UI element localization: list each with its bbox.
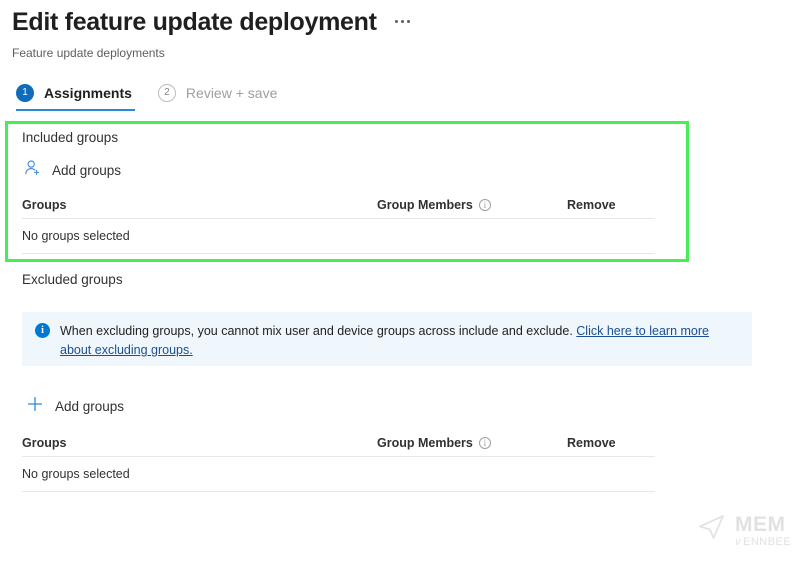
included-groups-table: Groups Group Members i Remove No groups …	[22, 192, 655, 254]
add-groups-button-excluded[interactable]: Add groups	[27, 396, 124, 417]
info-banner-message: When excluding groups, you cannot mix us…	[60, 324, 577, 338]
add-person-icon	[24, 159, 42, 182]
tab-review-save[interactable]: 2 Review + save	[157, 84, 278, 111]
tab-assignments-label: Assignments	[44, 85, 132, 101]
info-banner-text: When excluding groups, you cannot mix us…	[60, 322, 720, 366]
column-header-groups: Groups	[22, 198, 67, 212]
table-header-row: Groups Group Members i Remove	[22, 192, 655, 219]
info-icon[interactable]: i	[478, 199, 491, 211]
exclude-info-banner: i When excluding groups, you cannot mix …	[22, 312, 752, 366]
empty-state-text: No groups selected	[22, 467, 130, 481]
watermark-sub: v ENNBEE	[735, 535, 792, 548]
plus-icon	[27, 396, 43, 417]
empty-state-text: No groups selected	[22, 229, 130, 243]
column-header-groups: Groups	[22, 436, 67, 450]
tab-step-number: 1	[16, 84, 34, 102]
excluded-groups-label: Excluded groups	[22, 272, 123, 287]
tab-active-underline	[16, 109, 135, 111]
watermark-text: MEM v ENNBEE	[735, 514, 791, 548]
watermark: MEM v ENNBEE	[697, 511, 791, 550]
info-icon[interactable]: i	[478, 437, 491, 449]
ellipsis-dot	[406, 20, 410, 23]
ellipsis-icon[interactable]	[394, 20, 410, 23]
table-row: No groups selected	[22, 219, 655, 254]
ellipsis-dot	[394, 20, 398, 23]
cursor-arrow-icon	[697, 511, 731, 550]
add-groups-button-included[interactable]: Add groups	[24, 159, 121, 182]
wizard-tabs: 1 Assignments 2 Review + save	[16, 84, 277, 111]
column-header-remove: Remove	[567, 198, 616, 212]
add-groups-label-excluded: Add groups	[55, 398, 125, 414]
watermark-sub-italic: v	[735, 535, 741, 548]
watermark-main: MEM	[735, 512, 786, 536]
table-row: No groups selected	[22, 457, 655, 492]
info-icon: i	[35, 323, 50, 338]
title-row: Edit feature update deployment	[12, 6, 800, 38]
column-header-group-members-label: Group Members	[377, 198, 473, 212]
watermark-sub-text: ENNBEE	[743, 535, 792, 548]
column-header-group-members: Group Members i	[377, 436, 567, 450]
included-groups-label: Included groups	[22, 130, 119, 145]
page-title: Edit feature update deployment	[12, 8, 377, 36]
column-header-group-members-label: Group Members	[377, 436, 473, 450]
table-header-row: Groups Group Members i Remove	[22, 430, 655, 457]
ellipsis-dot	[400, 20, 404, 23]
tab-step-number: 2	[157, 84, 176, 102]
column-header-group-members: Group Members i	[377, 198, 567, 212]
add-groups-label-included: Add groups	[52, 162, 122, 178]
page-header: Edit feature update deployment Feature u…	[12, 6, 800, 61]
column-header-remove: Remove	[567, 436, 616, 450]
excluded-groups-table: Groups Group Members i Remove No groups …	[22, 430, 655, 492]
tab-assignments[interactable]: 1 Assignments	[16, 84, 135, 111]
page-subtitle: Feature update deployments	[12, 46, 165, 60]
tab-review-save-label: Review + save	[185, 85, 278, 101]
